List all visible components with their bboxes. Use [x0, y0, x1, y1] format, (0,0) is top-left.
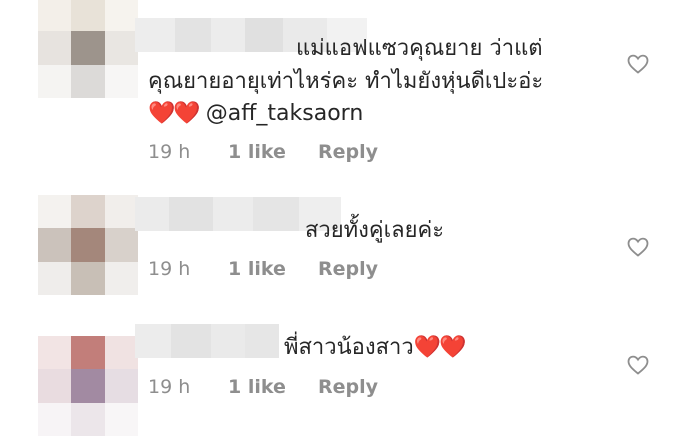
comment-text-line: คุณยายอายุเท่าไหร่คะ ทำไมยังหุ่นดีเปะอ่ะ [148, 69, 544, 94]
reply-button[interactable]: Reply [318, 141, 378, 163]
heart-emoji: ❤️❤️ [148, 101, 201, 126]
heart-outline-icon[interactable] [626, 353, 650, 377]
username-blurred[interactable] [135, 324, 279, 358]
avatar[interactable] [38, 0, 138, 98]
heart-outline-icon[interactable] [626, 52, 650, 76]
avatar[interactable] [38, 336, 138, 436]
likes-count[interactable]: 1 like [228, 141, 318, 163]
likes-count[interactable]: 1 like [228, 376, 318, 398]
timestamp: 19 h [148, 376, 191, 398]
comment-text-line: แม่แอฟแซวคุณยาย ว่าแต่ [296, 36, 543, 61]
likes-count[interactable]: 1 like [228, 258, 318, 280]
mention-link[interactable]: @aff_taksaorn [206, 101, 364, 126]
comment-text-line: ❤️❤️ @aff_taksaorn [148, 97, 363, 131]
timestamp: 19 h [148, 141, 191, 163]
comment-text: พี่สาวน้องสาว [284, 335, 414, 360]
comment-meta: 19 h 1 like Reply [148, 141, 378, 163]
avatar[interactable] [38, 195, 138, 295]
heart-outline-icon[interactable] [626, 235, 650, 259]
heart-emoji: ❤️❤️ [413, 335, 467, 360]
comment-meta: 19 h 1 like Reply [148, 258, 378, 280]
comment-meta: 19 h 1 like Reply [148, 376, 378, 398]
comment-text-line: พี่สาวน้องสาว❤️❤️ [284, 331, 467, 365]
comment-text-line: สวยทั้งคู่เลยค่ะ [305, 218, 445, 243]
reply-button[interactable]: Reply [318, 376, 378, 398]
reply-button[interactable]: Reply [318, 258, 378, 280]
timestamp: 19 h [148, 258, 191, 280]
